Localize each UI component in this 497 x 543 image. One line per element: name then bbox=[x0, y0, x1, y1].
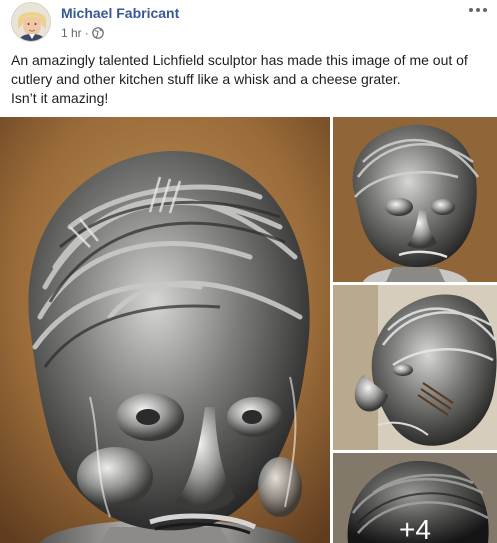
sculpture-photo-side[interactable] bbox=[333, 285, 497, 450]
sculpture-photo-main[interactable] bbox=[0, 117, 330, 543]
post-text-line: An amazingly talented Lichfield sculptor… bbox=[11, 52, 468, 87]
meta-separator: · bbox=[84, 26, 89, 40]
more-photos-overlay[interactable]: +4 bbox=[333, 453, 497, 543]
globe-icon[interactable] bbox=[91, 27, 104, 39]
author-name-link[interactable]: Michael Fabricant bbox=[61, 5, 179, 21]
photo-gallery: +4 bbox=[0, 117, 497, 543]
sculpture-photo-more[interactable]: +4 bbox=[333, 453, 497, 543]
post-text-line: Isn’t it amazing! bbox=[11, 90, 109, 106]
post-header: Michael Fabricant 1 hr · bbox=[0, 0, 497, 45]
more-photos-count: +4 bbox=[399, 514, 431, 543]
post-meta: 1 hr · bbox=[61, 26, 104, 40]
sculpture-photo-front[interactable] bbox=[333, 117, 497, 282]
post-body: An amazingly talented Lichfield sculptor… bbox=[11, 51, 491, 108]
more-options-icon[interactable] bbox=[466, 2, 490, 18]
post-timestamp[interactable]: 1 hr bbox=[61, 26, 82, 40]
author-avatar[interactable] bbox=[11, 2, 51, 42]
